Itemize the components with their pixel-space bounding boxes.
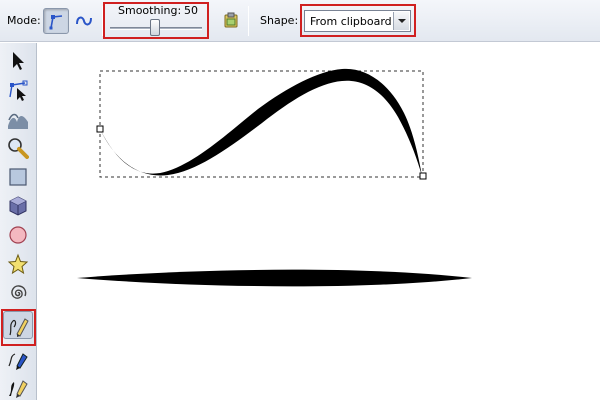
- circle-icon: [9, 226, 27, 244]
- tool-ellipse[interactable]: [3, 221, 33, 249]
- node-handle-start: [96, 125, 104, 133]
- pencil-highlight-box: [1, 309, 36, 346]
- pen-icon: [8, 353, 28, 370]
- mode-label: Mode:: [7, 14, 41, 27]
- tool-selector[interactable]: [3, 47, 33, 75]
- paste-size-button[interactable]: [222, 11, 240, 29]
- bezier-path-icon: [49, 15, 63, 30]
- clipboard-icon: [224, 12, 238, 28]
- node-edit-icon: [9, 80, 28, 101]
- shape-highlight-box: [300, 4, 416, 37]
- shaped-curve-stroke: [100, 68, 422, 176]
- rectangle-icon: [9, 168, 27, 186]
- 3d-box-icon: [9, 196, 27, 216]
- tweak-icon: [8, 113, 28, 129]
- star-icon: [7, 253, 29, 275]
- drawing-canvas[interactable]: [38, 43, 600, 400]
- shape-label: Shape:: [260, 14, 299, 27]
- node-handle-end: [419, 172, 427, 180]
- clipboard-shape-stroke: [77, 269, 472, 287]
- toolbox: [0, 43, 37, 400]
- tool-spiral[interactable]: [3, 279, 33, 307]
- mode-regular-bezier-button[interactable]: [43, 8, 69, 34]
- arrow-pointer-icon: [13, 52, 24, 70]
- calligraphy-icon: [9, 380, 28, 398]
- spiral-icon: [11, 285, 27, 299]
- tool-zoom[interactable]: [3, 134, 33, 162]
- tool-pen[interactable]: [3, 345, 33, 373]
- magnifier-icon: [8, 138, 29, 159]
- tool-tweak[interactable]: [3, 105, 33, 133]
- spiro-path-icon: [76, 16, 92, 26]
- separator: [248, 6, 249, 36]
- tool-star[interactable]: [3, 250, 33, 278]
- tool-controls-bar: Mode: Smoothing: 50 Shape: From clipboar…: [0, 0, 600, 42]
- smoothing-highlight-box: [103, 2, 209, 39]
- canvas-drawing: [77, 68, 472, 287]
- tool-rectangle[interactable]: [3, 163, 33, 191]
- tool-calligraphy[interactable]: [3, 373, 33, 400]
- tool-3d-box[interactable]: [3, 192, 33, 220]
- mode-spiro-button[interactable]: [71, 8, 97, 34]
- tool-node-editor[interactable]: [3, 76, 33, 104]
